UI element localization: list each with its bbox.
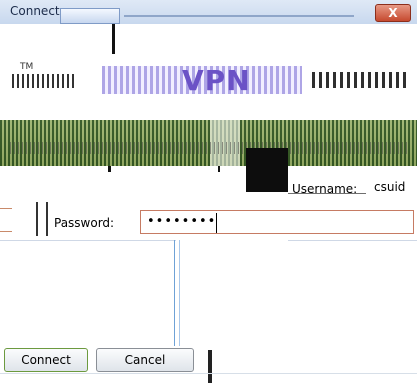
logo-mark — [12, 74, 74, 88]
panel-edge — [0, 208, 12, 232]
password-divider — [36, 202, 48, 236]
text-caret — [216, 213, 217, 233]
vpn-banner: TM VPN — [0, 24, 417, 194]
title-divider — [124, 15, 354, 17]
close-button[interactable]: X — [375, 4, 411, 22]
bottom-divider — [208, 350, 212, 383]
panel-separator — [174, 240, 180, 346]
title-tab — [60, 8, 120, 24]
banner-divider — [112, 24, 115, 54]
logo-text: VPN — [182, 64, 251, 97]
password-label: Password: — [54, 216, 115, 230]
banner-block — [246, 148, 288, 192]
window-title: Connect — [10, 4, 60, 18]
trademark-label: TM — [20, 62, 34, 72]
username-field[interactable]: csuid — [374, 180, 405, 194]
logo: TM VPN — [12, 62, 410, 97]
vpn-connect-window: Connect X TM VPN Username: csuid Passwor… — [0, 0, 417, 383]
cancel-button[interactable]: Cancel — [96, 348, 194, 372]
close-icon: X — [388, 6, 398, 20]
connect-button[interactable]: Connect — [4, 348, 88, 372]
panel-separator — [0, 240, 176, 241]
banner-noise — [10, 142, 410, 154]
title-bar[interactable]: Connect X — [0, 0, 417, 25]
bottom-separator — [0, 373, 417, 374]
username-underline — [288, 193, 366, 194]
password-field[interactable]: •••••••• — [140, 210, 414, 234]
panel-separator — [288, 240, 417, 241]
logo-graphic — [312, 72, 410, 88]
